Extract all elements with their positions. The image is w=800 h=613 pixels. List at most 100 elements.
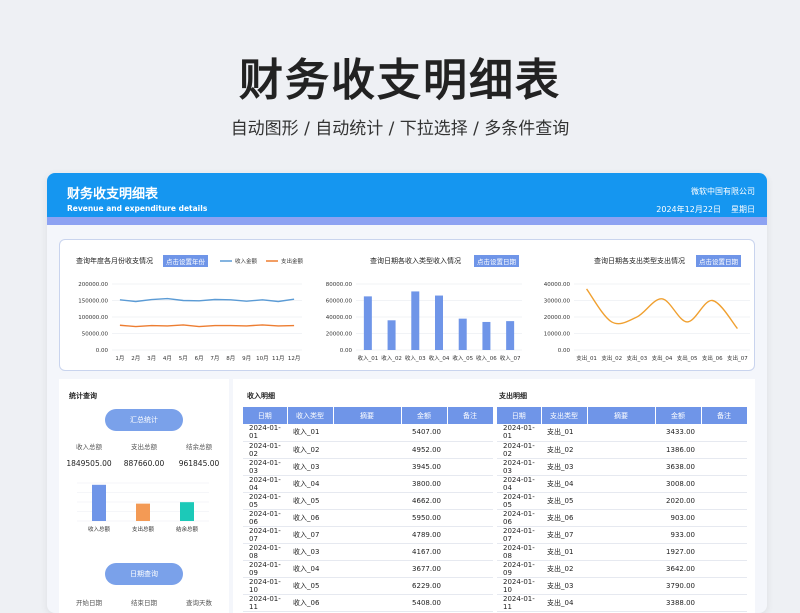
- income-cell-date[interactable]: 2024-01-11: [243, 594, 287, 612]
- expense-cell-type[interactable]: 支出_03: [541, 458, 587, 476]
- income-cell-summary[interactable]: [333, 475, 401, 493]
- income-col-date[interactable]: 日期: [243, 407, 288, 424]
- expense-cell-summary[interactable]: [587, 492, 655, 510]
- expense-cell-summary[interactable]: [587, 509, 655, 527]
- income-cell-summary[interactable]: [333, 594, 401, 612]
- income-cell-amount[interactable]: 4789.00: [401, 526, 447, 544]
- income-cell-summary[interactable]: [333, 543, 401, 561]
- expense-cell-date[interactable]: 2024-01-06: [497, 509, 541, 527]
- expense-row[interactable]: 2024-01-03 支出_03 3638.00: [497, 458, 747, 476]
- expense-row[interactable]: 2024-01-02 支出_02 1386.00: [497, 441, 747, 459]
- income-row[interactable]: 2024-01-01 收入_01 5407.00: [243, 424, 493, 442]
- expense-cell-summary[interactable]: [587, 577, 655, 595]
- income-cell-date[interactable]: 2024-01-03: [243, 458, 287, 476]
- income-cell-amount[interactable]: 4952.00: [401, 441, 447, 459]
- income-row[interactable]: 2024-01-11 收入_06 5408.00: [243, 594, 493, 612]
- expense-cell-date[interactable]: 2024-01-08: [497, 543, 541, 561]
- expense-cell-date[interactable]: 2024-01-07: [497, 526, 541, 544]
- income-cell-type[interactable]: 收入_04: [287, 560, 333, 578]
- expense-cell-summary[interactable]: [587, 458, 655, 476]
- income-row[interactable]: 2024-01-09 收入_04 3677.00: [243, 560, 493, 578]
- income-cell-date[interactable]: 2024-01-10: [243, 577, 287, 595]
- expense-cell-type[interactable]: 支出_03: [541, 577, 587, 595]
- income-cell-amount[interactable]: 4662.00: [401, 492, 447, 510]
- income-row[interactable]: 2024-01-05 收入_05 4662.00: [243, 492, 493, 510]
- expense-cell-date[interactable]: 2024-01-05: [497, 492, 541, 510]
- income-cell-note[interactable]: [447, 475, 493, 493]
- expense-cell-note[interactable]: [701, 526, 747, 544]
- expense-cell-type[interactable]: 支出_07: [541, 526, 587, 544]
- expense-cell-summary[interactable]: [587, 475, 655, 493]
- income-cell-summary[interactable]: [333, 441, 401, 459]
- expense-row[interactable]: 2024-01-05 支出_05 2020.00: [497, 492, 747, 510]
- expense-row[interactable]: 2024-01-04 支出_04 3008.00: [497, 475, 747, 493]
- income-cell-summary[interactable]: [333, 526, 401, 544]
- expense-cell-amount[interactable]: 1927.00: [655, 543, 701, 561]
- income-cell-note[interactable]: [447, 543, 493, 561]
- income-cell-type[interactable]: 收入_03: [287, 458, 333, 476]
- expense-row[interactable]: 2024-01-08 支出_01 1927.00: [497, 543, 747, 561]
- expense-cell-date[interactable]: 2024-01-09: [497, 560, 541, 578]
- expense-col-type[interactable]: 支出类型: [541, 407, 588, 424]
- expense-cell-type[interactable]: 支出_04: [541, 594, 587, 612]
- income-cell-type[interactable]: 收入_05: [287, 577, 333, 595]
- expense-cell-date[interactable]: 2024-01-02: [497, 441, 541, 459]
- expense-cell-summary[interactable]: [587, 594, 655, 612]
- expense-cell-note[interactable]: [701, 560, 747, 578]
- income-cell-note[interactable]: [447, 526, 493, 544]
- expense-cell-date[interactable]: 2024-01-03: [497, 458, 541, 476]
- income-cell-amount[interactable]: 5407.00: [401, 424, 447, 442]
- set-year-button[interactable]: 点击设置年份: [163, 255, 208, 267]
- expense-cell-type[interactable]: 支出_01: [541, 543, 587, 561]
- income-cell-type[interactable]: 收入_03: [287, 543, 333, 561]
- income-cell-type[interactable]: 收入_06: [287, 509, 333, 527]
- expense-cell-type[interactable]: 支出_02: [541, 441, 587, 459]
- income-cell-date[interactable]: 2024-01-01: [243, 424, 287, 442]
- expense-cell-summary[interactable]: [587, 543, 655, 561]
- income-cell-amount[interactable]: 6229.00: [401, 577, 447, 595]
- expense-row[interactable]: 2024-01-09 支出_02 3642.00: [497, 560, 747, 578]
- expense-col-date[interactable]: 日期: [497, 407, 542, 424]
- income-cell-amount[interactable]: 3945.00: [401, 458, 447, 476]
- expense-cell-note[interactable]: [701, 492, 747, 510]
- income-col-type[interactable]: 收入类型: [287, 407, 334, 424]
- expense-cell-note[interactable]: [701, 441, 747, 459]
- income-cell-note[interactable]: [447, 509, 493, 527]
- set-expense-date-button[interactable]: 点击设置日期: [696, 255, 741, 267]
- income-cell-date[interactable]: 2024-01-05: [243, 492, 287, 510]
- expense-cell-summary[interactable]: [587, 526, 655, 544]
- income-cell-amount[interactable]: 5408.00: [401, 594, 447, 612]
- income-row[interactable]: 2024-01-08 收入_03 4167.00: [243, 543, 493, 561]
- expense-cell-amount[interactable]: 2020.00: [655, 492, 701, 510]
- income-cell-summary[interactable]: [333, 509, 401, 527]
- income-col-note[interactable]: 备注: [447, 407, 494, 424]
- income-cell-date[interactable]: 2024-01-08: [243, 543, 287, 561]
- income-cell-note[interactable]: [447, 441, 493, 459]
- expense-cell-note[interactable]: [701, 509, 747, 527]
- summary-button[interactable]: 汇总统计: [105, 409, 183, 431]
- income-cell-summary[interactable]: [333, 492, 401, 510]
- income-cell-type[interactable]: 收入_06: [287, 594, 333, 612]
- income-cell-type[interactable]: 收入_04: [287, 475, 333, 493]
- expense-cell-type[interactable]: 支出_02: [541, 560, 587, 578]
- date-query-button[interactable]: 日期查询: [105, 563, 183, 585]
- income-cell-amount[interactable]: 4167.00: [401, 543, 447, 561]
- income-cell-type[interactable]: 收入_01: [287, 424, 333, 442]
- income-col-amount[interactable]: 金额: [401, 407, 448, 424]
- expense-cell-date[interactable]: 2024-01-11: [497, 594, 541, 612]
- income-cell-date[interactable]: 2024-01-02: [243, 441, 287, 459]
- income-cell-summary[interactable]: [333, 560, 401, 578]
- expense-cell-amount[interactable]: 933.00: [655, 526, 701, 544]
- income-cell-summary[interactable]: [333, 577, 401, 595]
- expense-cell-amount[interactable]: 3638.00: [655, 458, 701, 476]
- income-cell-note[interactable]: [447, 577, 493, 595]
- income-cell-type[interactable]: 收入_07: [287, 526, 333, 544]
- expense-cell-note[interactable]: [701, 543, 747, 561]
- income-cell-note[interactable]: [447, 560, 493, 578]
- income-col-summary[interactable]: 摘要: [333, 407, 402, 424]
- income-cell-type[interactable]: 收入_05: [287, 492, 333, 510]
- expense-row[interactable]: 2024-01-11 支出_04 3388.00: [497, 594, 747, 612]
- income-cell-date[interactable]: 2024-01-04: [243, 475, 287, 493]
- expense-cell-note[interactable]: [701, 594, 747, 612]
- income-row[interactable]: 2024-01-07 收入_07 4789.00: [243, 526, 493, 544]
